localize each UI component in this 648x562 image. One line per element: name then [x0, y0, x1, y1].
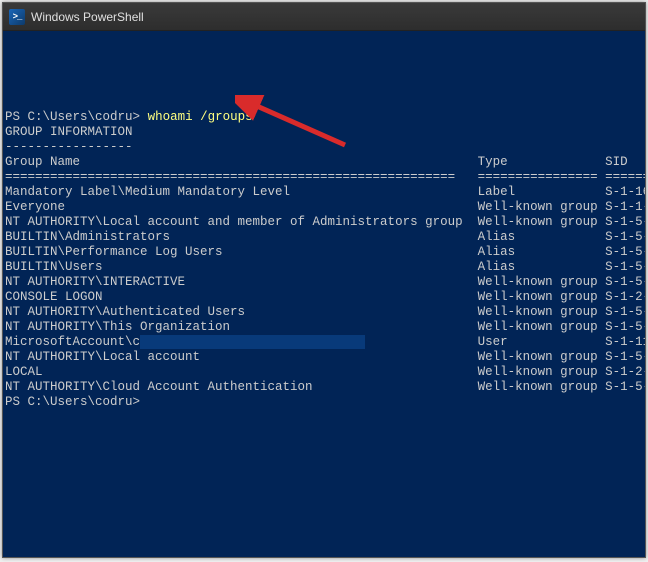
section-header: GROUP INFORMATION	[5, 125, 643, 140]
table-row: NT AUTHORITY\INTERACTIVE Well-known grou…	[5, 275, 643, 290]
table-row: BUILTIN\Administrators Alias S-1-5-32-54…	[5, 230, 643, 245]
table-row: Mandatory Label\Medium Mandatory Level L…	[5, 185, 643, 200]
col-header-name: Group Name	[5, 155, 478, 169]
titlebar[interactable]: Windows PowerShell	[3, 3, 645, 31]
col-header-type: Type	[478, 155, 606, 169]
table-row: MicrosoftAccount\c User S-1-11-96-362345…	[5, 335, 643, 350]
powershell-icon	[9, 9, 25, 25]
table-row: Everyone Well-known group S-1-1-0	[5, 200, 643, 215]
table-row: NT AUTHORITY\Local account and member of…	[5, 215, 643, 230]
prompt-line: PS C:\Users\codru> whoami /groups	[5, 110, 643, 125]
window-title: Windows PowerShell	[31, 10, 144, 24]
table-separator: ========================================…	[5, 170, 643, 185]
table-row: LOCAL Well-known group S-1-2-0	[5, 365, 643, 380]
prompt-line: PS C:\Users\codru>	[5, 395, 643, 410]
table-row: NT AUTHORITY\This Organization Well-know…	[5, 320, 643, 335]
col-header-sid: SID	[605, 155, 628, 169]
powershell-window: Windows PowerShell PS C:\Users\codru> wh…	[2, 2, 646, 558]
table-row: NT AUTHORITY\Local account Well-known gr…	[5, 350, 643, 365]
table-row: BUILTIN\Performance Log Users Alias S-1-…	[5, 245, 643, 260]
terminal-output[interactable]: PS C:\Users\codru> whoami /groupsGROUP I…	[3, 31, 645, 557]
table-row: NT AUTHORITY\Authenticated Users Well-kn…	[5, 305, 643, 320]
output-line: -----------------	[5, 140, 643, 155]
table-row: NT AUTHORITY\Cloud Account Authenticatio…	[5, 380, 643, 395]
table-row: CONSOLE LOGON Well-known group S-1-2-1	[5, 290, 643, 305]
table-row: BUILTIN\Users Alias S-1-5-32-545	[5, 260, 643, 275]
command-text: whoami /groups	[148, 110, 253, 124]
redacted-region	[140, 335, 365, 349]
table-header: Group Name Type SID	[5, 155, 643, 170]
